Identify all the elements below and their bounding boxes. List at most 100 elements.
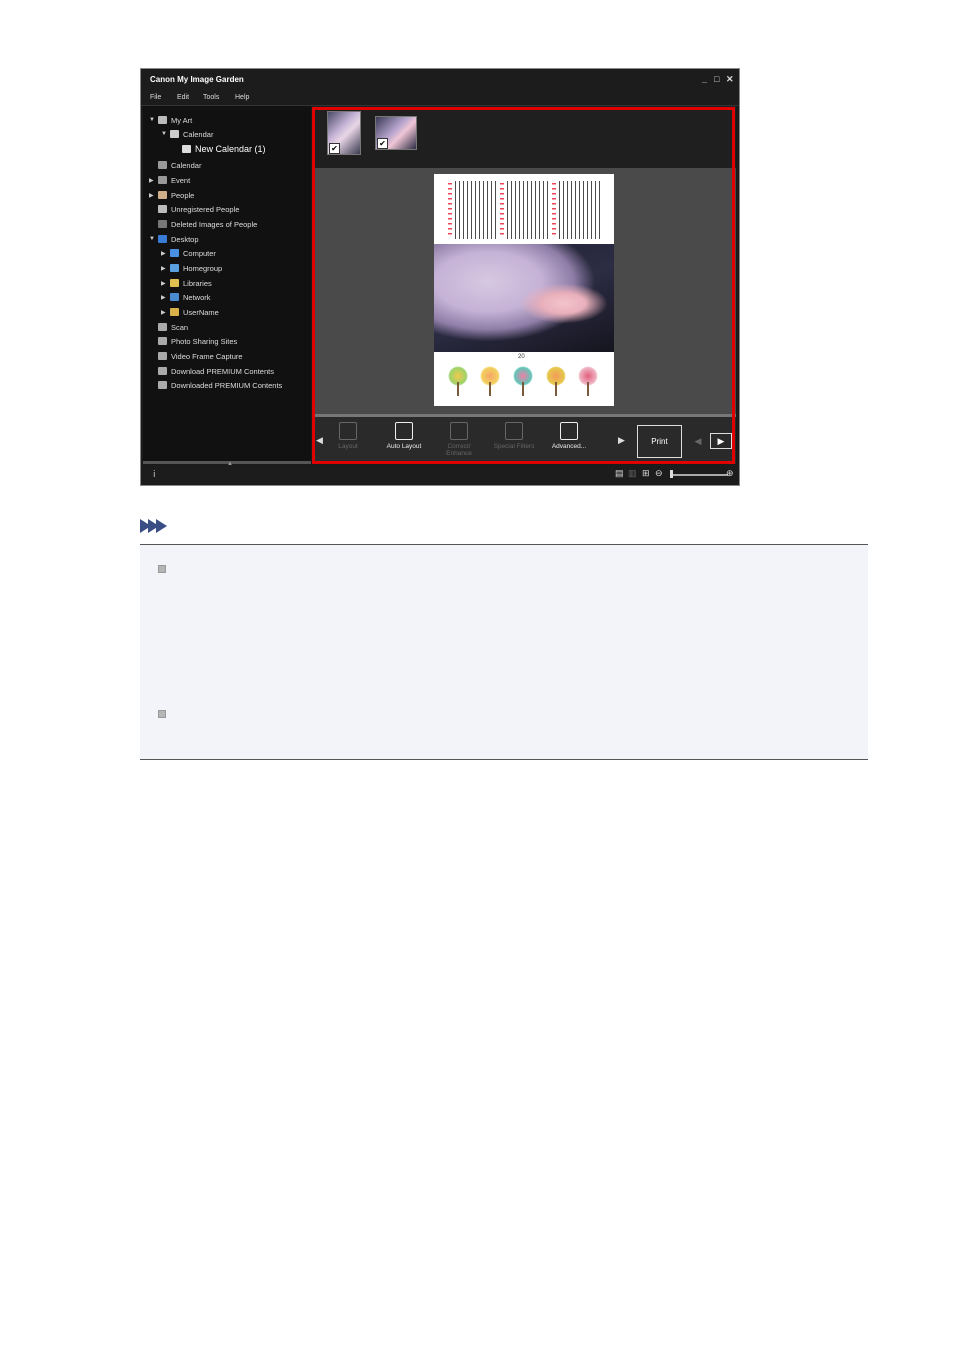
- sidebar-item[interactable]: ▼ Calendar: [161, 128, 213, 140]
- photo-sharing-icon: [158, 337, 167, 345]
- zoom-out-icon[interactable]: ⊖: [655, 468, 663, 479]
- thumbnail-image-2[interactable]: ✔: [375, 116, 417, 150]
- info-icon[interactable]: ⅰ: [153, 469, 156, 480]
- sidebar-item-label: Scan: [171, 322, 189, 332]
- back-arrow-icon: ◀: [694, 435, 702, 446]
- my-art-icon: [158, 116, 167, 124]
- sidebar-item[interactable]: ▶ Computer: [161, 247, 216, 259]
- expand-right-icon[interactable]: ▶: [161, 265, 170, 272]
- thumbnail-view-icon[interactable]: ▤: [615, 468, 624, 479]
- sidebar-item-label: Calendar: [183, 129, 214, 139]
- special-filters-button: Special Filters: [492, 422, 536, 450]
- sidebar-item-label: Download PREMIUM Contents: [171, 366, 274, 376]
- note-box: [140, 544, 868, 760]
- deleted-people-icon: [158, 220, 167, 228]
- tree-decoration-icon: [513, 366, 533, 396]
- sidebar-item-label: Photo Sharing Sites: [171, 336, 238, 346]
- sidebar-item-label: Computer: [183, 248, 216, 258]
- scan-icon: [158, 323, 167, 331]
- video-frame-icon: [158, 352, 167, 360]
- expand-right-icon[interactable]: ▶: [149, 192, 158, 199]
- expand-right-icon[interactable]: ▶: [149, 177, 158, 184]
- toolbar-scroll-left-icon[interactable]: ◀: [316, 435, 323, 446]
- expand-right-icon[interactable]: ▶: [161, 294, 170, 301]
- correct-enhance-button: Correct/ Enhance: [437, 422, 481, 457]
- tool-label: Advanced...: [551, 443, 587, 450]
- sidebar-item[interactable]: Downloaded PREMIUM Contents: [149, 379, 282, 391]
- sidebar-item[interactable]: ▶ Homegroup: [161, 262, 222, 274]
- sidebar-item[interactable]: Scan: [149, 321, 188, 333]
- libraries-icon: [170, 279, 179, 287]
- expand-down-icon[interactable]: ▼: [161, 131, 170, 137]
- sidebar-item-label: Video Frame Capture: [171, 351, 243, 361]
- close-button[interactable]: ✕: [726, 74, 734, 84]
- sidebar-item[interactable]: ▼ My Art: [149, 114, 192, 126]
- expand-right-icon[interactable]: ▶: [161, 250, 170, 257]
- note-icon: [140, 519, 167, 534]
- auto-layout-icon: [395, 422, 413, 440]
- maximize-button[interactable]: □: [714, 74, 719, 84]
- checkbox-checked-icon[interactable]: ✔: [329, 143, 340, 154]
- sidebar-item[interactable]: ▶ UserName: [161, 306, 219, 318]
- zoom-in-icon[interactable]: ⊕: [726, 468, 734, 479]
- sidebar-item-label: People: [171, 190, 195, 200]
- sidebar-item[interactable]: ▶ Libraries: [161, 277, 212, 289]
- zoom-slider-handle[interactable]: [670, 470, 673, 478]
- sidebar-item-label: New Calendar (1): [195, 144, 266, 154]
- menu-edit[interactable]: Edit: [177, 94, 189, 101]
- main-area: ✔ ✔ 20 ◀ Layout Auto Layout Correct/ Enhan…: [313, 106, 736, 464]
- tree-decoration-icon: [546, 366, 566, 396]
- sidebar-item[interactable]: ▶ Event: [149, 174, 190, 186]
- menu-bar: File Edit Tools Help: [141, 90, 739, 106]
- sidebar-item-label: Homegroup: [183, 263, 223, 273]
- expand-down-icon[interactable]: ▼: [149, 236, 158, 242]
- fit-to-window-icon[interactable]: ⊞: [642, 468, 650, 479]
- tool-label: Layout: [338, 443, 358, 450]
- homegroup-icon: [170, 264, 179, 272]
- advanced-icon: [560, 422, 578, 440]
- checkbox-checked-icon[interactable]: ✔: [377, 138, 388, 149]
- correct-enhance-icon: [450, 422, 468, 440]
- sidebar-item-label: My Art: [171, 115, 193, 125]
- sidebar-item[interactable]: Calendar: [149, 159, 201, 171]
- sidebar-item[interactable]: ▼ Desktop: [149, 233, 199, 245]
- sidebar-item[interactable]: Unregistered People: [149, 203, 239, 215]
- calendar-photo[interactable]: [434, 244, 614, 352]
- event-icon: [158, 176, 167, 184]
- menu-tools[interactable]: Tools: [203, 94, 219, 101]
- expand-right-icon[interactable]: ▶: [161, 280, 170, 287]
- layout-icon: [339, 422, 357, 440]
- toolbar-scroll-right-icon[interactable]: ▶: [618, 435, 625, 446]
- calendar-page-preview[interactable]: 20: [434, 174, 614, 406]
- user-folder-icon: [170, 308, 179, 316]
- sidebar-tree: ▼ My Art ▼ Calendar New Calendar (1) Calendar…: [143, 106, 311, 461]
- desktop-icon: [158, 235, 167, 243]
- calendar-month-grid: [500, 181, 552, 239]
- auto-layout-button[interactable]: Auto Layout: [382, 422, 426, 450]
- sidebar-item[interactable]: Deleted Images of People: [149, 218, 257, 230]
- window-title: Canon My Image Garden: [150, 75, 244, 84]
- sidebar-item[interactable]: Photo Sharing Sites: [149, 335, 237, 347]
- menu-help[interactable]: Help: [235, 94, 249, 101]
- edit-toolbar: ◀ Layout Auto Layout Correct/ Enhance Speci…: [313, 417, 736, 464]
- sidebar-item[interactable]: New Calendar (1): [173, 143, 266, 155]
- minimize-button[interactable]: _: [702, 74, 707, 84]
- menu-file[interactable]: File: [150, 94, 161, 101]
- layout-button: Layout: [326, 422, 370, 450]
- computer-icon: [170, 249, 179, 257]
- forward-arrow-button[interactable]: ▶: [710, 433, 732, 449]
- print-button[interactable]: Print: [637, 425, 682, 458]
- expand-right-icon[interactable]: ▶: [161, 309, 170, 316]
- tree-decoration-icon: [448, 366, 468, 396]
- sidebar-item-label: Deleted Images of People: [171, 219, 258, 229]
- expand-down-icon[interactable]: ▼: [149, 117, 158, 123]
- advanced-button[interactable]: Advanced...: [547, 422, 591, 450]
- special-filters-icon: [505, 422, 523, 440]
- zoom-slider[interactable]: [672, 474, 728, 476]
- sidebar-item[interactable]: Download PREMIUM Contents: [149, 365, 274, 377]
- sidebar-item[interactable]: Video Frame Capture: [149, 350, 243, 362]
- sidebar-item[interactable]: ▶ Network: [161, 291, 211, 303]
- status-bar: ⅰ ▤ ▥ ⊞ ⊖ ⊕: [141, 465, 739, 485]
- sidebar-item[interactable]: ▶ People: [149, 189, 194, 201]
- thumbnail-image-1[interactable]: ✔: [327, 111, 361, 155]
